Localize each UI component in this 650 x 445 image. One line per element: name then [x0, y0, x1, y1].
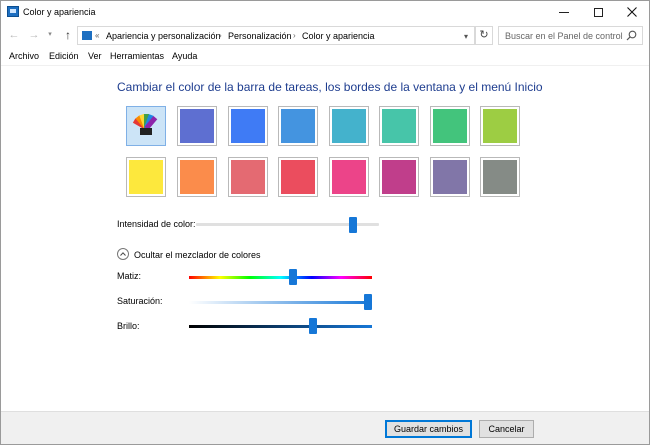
close-button[interactable] — [615, 1, 649, 23]
menu-edicion[interactable]: Edición — [49, 51, 79, 61]
color-swatch[interactable] — [379, 106, 419, 146]
chevron-up-icon — [120, 252, 126, 256]
color-swatch[interactable] — [177, 157, 217, 197]
breadcrumb-separator-icon[interactable]: › — [219, 31, 222, 40]
color-swatch[interactable] — [278, 106, 318, 146]
address-overflow[interactable]: « — [95, 31, 99, 40]
saturation-slider-thumb[interactable] — [364, 294, 373, 310]
color-swatch[interactable] — [329, 157, 369, 197]
color-swatch[interactable] — [480, 157, 520, 197]
hue-slider-track[interactable] — [189, 276, 372, 279]
save-changes-button[interactable]: Guardar cambios — [385, 420, 472, 438]
brightness-slider-thumb[interactable] — [309, 318, 318, 334]
color-swatch[interactable] — [480, 106, 520, 146]
color-swatch[interactable] — [430, 106, 470, 146]
address-dropdown-icon[interactable]: ▾ — [464, 32, 468, 41]
navigation-bar: ← → ▾ ↑ « Apariencia y personalización ›… — [1, 24, 649, 46]
title-bar: Color y apariencia — [1, 1, 649, 23]
forward-arrow-icon[interactable]: → — [27, 28, 41, 42]
breadcrumb-separator-icon[interactable]: › — [293, 31, 296, 40]
brightness-label: Brillo: — [117, 321, 140, 331]
color-swatch[interactable] — [430, 157, 470, 197]
back-arrow-icon[interactable]: ← — [7, 28, 21, 42]
color-swatch[interactable] — [329, 106, 369, 146]
menu-bar: Archivo Edición Ver Herramientas Ayuda — [1, 48, 649, 64]
window: Color y apariencia ← → ▾ ↑ « Apariencia … — [0, 0, 650, 445]
color-swatch[interactable] — [228, 106, 268, 146]
breadcrumb-color-apariencia[interactable]: Color y apariencia — [302, 31, 375, 41]
page-title: Cambiar el color de la barra de tareas, … — [117, 80, 543, 94]
control-panel-icon — [7, 6, 19, 17]
brightness-slider-track[interactable] — [189, 325, 372, 328]
main-content: Cambiar el color de la barra de tareas, … — [1, 65, 649, 411]
breadcrumb-apariencia[interactable]: Apariencia y personalización — [106, 31, 221, 41]
intensity-label: Intensidad de color: — [117, 219, 196, 229]
menu-ayuda[interactable]: Ayuda — [172, 51, 197, 61]
minimize-button[interactable] — [547, 1, 581, 23]
color-swatch[interactable] — [379, 157, 419, 197]
close-icon — [627, 7, 637, 17]
minimize-icon — [559, 11, 569, 13]
recent-locations-chevron-icon[interactable]: ▾ — [45, 28, 55, 42]
menu-archivo[interactable]: Archivo — [9, 51, 39, 61]
collapse-mixer-button[interactable] — [117, 248, 129, 260]
hue-label: Matiz: — [117, 271, 142, 281]
color-swatch[interactable] — [177, 106, 217, 146]
footer-bar: Guardar cambios Cancelar — [1, 411, 649, 444]
refresh-button[interactable]: ↻ — [475, 26, 493, 45]
color-fan-icon — [132, 113, 158, 135]
menu-ver[interactable]: Ver — [88, 51, 102, 61]
breadcrumb-personalizacion[interactable]: Personalización — [228, 31, 292, 41]
mixer-toggle-label[interactable]: Ocultar el mezclador de colores — [134, 250, 261, 260]
search-placeholder: Buscar en el Panel de control — [505, 31, 623, 41]
address-bar[interactable]: « Apariencia y personalización › Persona… — [77, 26, 475, 45]
saturation-slider-track[interactable] — [189, 301, 372, 304]
up-arrow-icon[interactable]: ↑ — [61, 28, 75, 42]
cancel-button[interactable]: Cancelar — [479, 420, 534, 438]
intensity-slider-thumb[interactable] — [349, 217, 358, 233]
color-swatch-automatic[interactable] — [126, 106, 166, 146]
color-swatch[interactable] — [126, 157, 166, 197]
search-input[interactable]: Buscar en el Panel de control — [498, 26, 643, 45]
search-icon — [626, 30, 637, 41]
location-icon — [82, 31, 92, 40]
window-title: Color y apariencia — [23, 7, 96, 17]
maximize-icon — [593, 7, 603, 17]
color-swatch[interactable] — [278, 157, 318, 197]
saturation-label: Saturación: — [117, 296, 163, 306]
color-swatch[interactable] — [228, 157, 268, 197]
hue-slider-thumb[interactable] — [289, 269, 298, 285]
menu-herramientas[interactable]: Herramientas — [110, 51, 164, 61]
refresh-icon: ↻ — [479, 29, 489, 41]
maximize-button[interactable] — [581, 1, 615, 23]
